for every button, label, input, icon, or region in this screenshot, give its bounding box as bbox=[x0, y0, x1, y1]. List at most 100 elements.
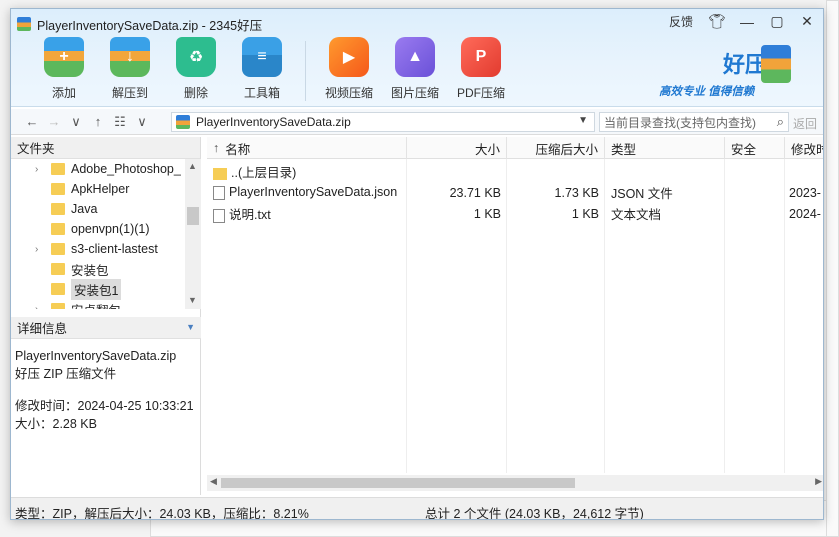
expand-icon[interactable]: › bbox=[35, 244, 51, 255]
column-modified[interactable]: 修改时 bbox=[785, 137, 823, 159]
folder-icon bbox=[213, 167, 227, 180]
video-compress-button[interactable]: ▶ 视频压缩 bbox=[320, 37, 378, 101]
toolbox-label: 工具箱 bbox=[243, 86, 280, 100]
status-bar: 类型：ZIP，解压后大小：24.03 KB，压缩比：8.21% 总计 2 个文件… bbox=[11, 497, 823, 519]
tree-item-selected[interactable]: 安装包1 bbox=[11, 278, 185, 300]
scroll-left-icon[interactable]: ◀ bbox=[210, 476, 217, 487]
file-packed-cell: 1 KB bbox=[571, 206, 599, 221]
delete-button[interactable]: ♻ 删除 bbox=[167, 37, 225, 101]
folder-panel-title: 文件夹 bbox=[17, 142, 55, 156]
toolbox-button[interactable]: ≡ 工具箱 bbox=[233, 37, 291, 101]
tree-item[interactable]: › Adobe_Photoshop_ bbox=[11, 159, 185, 179]
image-compress-icon: ▲ bbox=[395, 37, 435, 77]
path-dropdown-icon[interactable]: ▼ bbox=[578, 115, 588, 126]
file-icon bbox=[213, 208, 225, 223]
back-arrow-icon[interactable]: ← bbox=[21, 114, 43, 129]
window-controls: 反馈 👕︎ — ▢ ✕ bbox=[669, 13, 819, 30]
window-title: PlayerInventorySaveData.zip - 2345好压 bbox=[37, 18, 263, 33]
folder-icon bbox=[51, 183, 65, 195]
left-panel: 文件夹 › Adobe_Photoshop_ ApkHelper Java ope… bbox=[11, 137, 201, 495]
folder-icon bbox=[51, 303, 65, 309]
detail-modified: 修改时间：2024-04-25 10:33:21 bbox=[15, 399, 194, 413]
title-bar: PlayerInventorySaveData.zip - 2345好压 bbox=[17, 15, 262, 33]
view-mode-icon[interactable]: ☷ bbox=[109, 114, 131, 130]
tree-item[interactable]: 安装包 bbox=[11, 259, 185, 279]
add-archive-icon: + bbox=[44, 37, 84, 77]
tree-item-label: ApkHelper bbox=[71, 182, 130, 196]
zip-file-icon bbox=[176, 115, 190, 129]
video-compress-label: 视频压缩 bbox=[324, 86, 373, 100]
collapse-icon[interactable]: ▼ bbox=[186, 322, 195, 332]
tree-item[interactable]: › s3-client-lastest bbox=[11, 239, 185, 259]
brand-icon bbox=[761, 45, 791, 83]
scroll-thumb[interactable] bbox=[187, 207, 199, 225]
zip-app-icon bbox=[17, 17, 31, 31]
add-button[interactable]: + 添加 bbox=[35, 37, 93, 101]
file-row[interactable]: ..(上层目录) bbox=[207, 161, 823, 182]
detail-panel-header[interactable]: 详细信息 ▼ bbox=[11, 317, 201, 339]
expand-icon[interactable]: › bbox=[35, 164, 51, 175]
brand-slogan: 高效专业 值得信赖 bbox=[659, 86, 755, 98]
shirt-icon[interactable]: 👕︎ bbox=[705, 13, 729, 30]
tree-item[interactable]: ApkHelper bbox=[11, 179, 185, 199]
recycle-icon: ♻ bbox=[176, 37, 216, 77]
up-arrow-icon[interactable]: ↑ bbox=[87, 114, 109, 129]
folder-icon bbox=[51, 223, 65, 235]
column-security[interactable]: 安全 bbox=[725, 137, 785, 159]
file-name-cell: PlayerInventorySaveData.json bbox=[207, 185, 407, 200]
haozip-window: PlayerInventorySaveData.zip - 2345好压 反馈 … bbox=[10, 8, 824, 520]
scroll-up-icon[interactable]: ▲ bbox=[188, 161, 197, 171]
sort-up-icon: ↑ bbox=[213, 141, 220, 155]
feedback-button[interactable]: 反馈 bbox=[669, 13, 693, 30]
forward-arrow-icon[interactable]: → bbox=[43, 114, 65, 129]
maximize-icon[interactable]: ▢ bbox=[765, 13, 789, 30]
detail-panel: 详细信息 ▼ PlayerInventorySaveData.zip 好压 ZI… bbox=[11, 317, 201, 441]
address-bar: ← → ∨ ↑ ☷ ∨ PlayerInventorySaveData.zip … bbox=[11, 109, 823, 135]
detail-text: PlayerInventorySaveData.zip 好压 ZIP 压缩文件 … bbox=[11, 339, 201, 441]
return-button[interactable]: 返回 bbox=[793, 115, 817, 132]
pdf-compress-button[interactable]: P PDF压缩 bbox=[452, 37, 510, 101]
title-toolbar-area: PlayerInventorySaveData.zip - 2345好压 反馈 … bbox=[11, 9, 823, 107]
minimize-icon[interactable]: — bbox=[735, 14, 759, 30]
detail-size: 大小：2.28 KB bbox=[15, 417, 97, 431]
tree-item-label: Java bbox=[71, 202, 98, 216]
search-icon[interactable]: ⌕ bbox=[777, 114, 784, 130]
view-dropdown-icon[interactable]: ∨ bbox=[131, 114, 153, 130]
image-compress-button[interactable]: ▲ 图片压缩 bbox=[386, 37, 444, 101]
tree-item[interactable]: openvpn(1)(1) bbox=[11, 219, 185, 239]
image-compress-label: 图片压缩 bbox=[390, 86, 439, 100]
tree-scrollbar[interactable]: ▲ ▼ bbox=[185, 159, 201, 309]
column-name[interactable]: ↑ 名称 bbox=[207, 137, 407, 159]
file-row[interactable]: 说明.txt 1 KB 1 KB 文本文档 2024- bbox=[207, 203, 823, 224]
scroll-thumb[interactable] bbox=[221, 478, 575, 488]
add-label: 添加 bbox=[51, 86, 76, 100]
close-icon[interactable]: ✕ bbox=[795, 13, 819, 30]
extract-to-button[interactable]: ↓ 解压到 bbox=[101, 37, 159, 101]
history-dropdown-icon[interactable]: ∨ bbox=[65, 114, 87, 130]
tree-item[interactable]: Java bbox=[11, 199, 185, 219]
tree-item-label: Adobe_Photoshop_ bbox=[71, 162, 181, 176]
folder-icon bbox=[51, 163, 65, 175]
file-packed-cell: 1.73 KB bbox=[554, 185, 599, 200]
brand-logo: 好压 高效专业 值得信赖 bbox=[659, 39, 791, 99]
path-field[interactable]: PlayerInventorySaveData.zip ▼ bbox=[171, 112, 595, 132]
scroll-down-icon[interactable]: ▼ bbox=[188, 295, 197, 305]
horizontal-scrollbar[interactable]: ◀ ▶ bbox=[207, 475, 823, 491]
tree-item-label: openvpn(1)(1) bbox=[71, 222, 150, 236]
file-size-cell: 1 KB bbox=[473, 206, 501, 221]
tree-item[interactable]: › 安卓翻包 bbox=[11, 299, 185, 309]
scroll-right-icon[interactable]: ▶ bbox=[815, 476, 822, 487]
column-packed-size[interactable]: 压缩后大小 bbox=[507, 137, 605, 159]
expand-icon[interactable]: › bbox=[35, 304, 51, 310]
column-size[interactable]: 大小 bbox=[407, 137, 507, 159]
main-toolbar: + 添加 ↓ 解压到 ♻ 删除 ≡ 工具箱 ▶ 视频压缩 ▲ 图片压缩 P PD… bbox=[35, 37, 518, 101]
tree-item-label: 安装包1 bbox=[71, 278, 122, 300]
folder-icon bbox=[51, 283, 65, 295]
delete-label: 删除 bbox=[183, 86, 208, 100]
file-icon bbox=[213, 185, 225, 200]
pdf-compress-label: PDF压缩 bbox=[456, 86, 505, 100]
search-input[interactable]: 当前目录查找(支持包内查找) ⌕ bbox=[599, 112, 789, 132]
column-type[interactable]: 类型 bbox=[605, 137, 725, 159]
file-row[interactable]: PlayerInventorySaveData.json 23.71 KB 1.… bbox=[207, 182, 823, 203]
file-modified-cell: 2024- bbox=[789, 206, 821, 221]
